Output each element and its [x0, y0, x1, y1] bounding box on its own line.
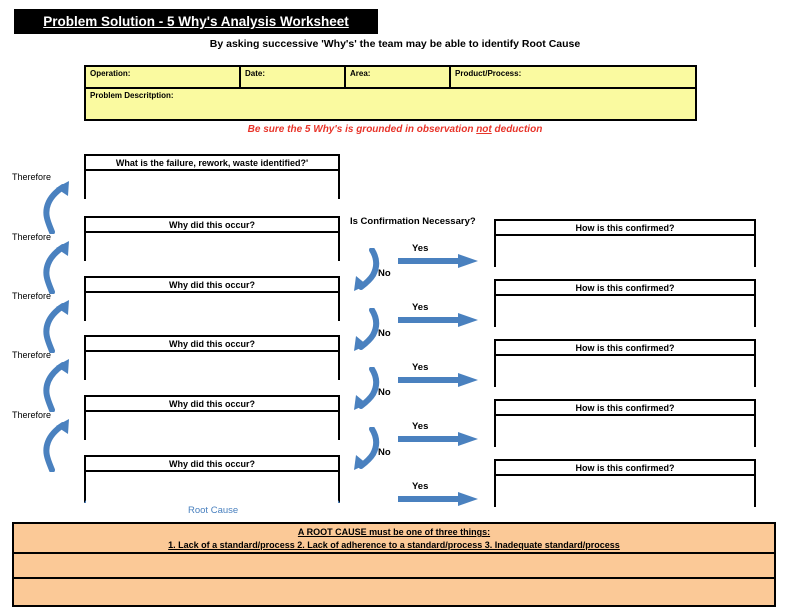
confirm-box-input-3[interactable] [496, 356, 754, 400]
confirm-box-input-4[interactable] [496, 416, 754, 460]
worksheet-canvas: Problem Solution - 5 Why's Analysis Work… [0, 0, 790, 610]
why-box-4[interactable]: Why did this occur? [84, 395, 340, 453]
confirm-box-3[interactable]: How is this confirmed? [494, 339, 756, 400]
therefore-arrow-icon-5 [43, 419, 69, 472]
yes-arrow-icon-2 [398, 313, 478, 327]
therefore-arrow-icon-3 [43, 300, 69, 353]
warning-suffix: deduction [491, 124, 543, 135]
root-cause-entry-row-2[interactable] [14, 579, 774, 605]
warning-prefix: Be sure the 5 Why's is grounded in obser… [247, 124, 477, 135]
area-field[interactable]: Area: [346, 67, 451, 87]
page-subtitle: By asking successive 'Why's' the team ma… [209, 38, 581, 50]
why-box-input-4[interactable] [86, 412, 338, 453]
confirm-box-header-3: How is this confirmed? [496, 341, 754, 356]
failure-box[interactable]: What is the failure, rework, waste ident… [84, 154, 340, 212]
yes-arrow-icon-4 [398, 432, 478, 446]
therefore-arrow-icon-2 [43, 241, 69, 294]
confirmation-column-header: Is Confirmation Necessary? [350, 216, 476, 227]
no-label-2: No [378, 328, 391, 339]
why-box-header-5: Why did this occur? [86, 457, 338, 472]
confirm-box-5[interactable]: How is this confirmed? [494, 459, 756, 520]
why-box-header-3: Why did this occur? [86, 337, 338, 352]
why-box-input-2[interactable] [86, 293, 338, 334]
yes-arrow-icon-1 [398, 254, 478, 268]
yes-arrow-icon-5 [398, 492, 478, 506]
no-label-1: No [378, 268, 391, 279]
root-cause-definition-line-2: 1. Lack of a standard/process 2. Lack of… [168, 540, 620, 550]
confirm-box-2[interactable]: How is this confirmed? [494, 279, 756, 340]
root-cause-entry-row-1[interactable] [14, 554, 774, 579]
yes-label-5: Yes [412, 481, 429, 492]
why-box-header-4: Why did this occur? [86, 397, 338, 412]
root-cause-definition-table: A ROOT CAUSE must be one of three things… [12, 522, 776, 607]
operation-field[interactable]: Operation: [86, 67, 241, 87]
failure-box-header: What is the failure, rework, waste ident… [86, 156, 338, 171]
confirm-box-header-5: How is this confirmed? [496, 461, 754, 476]
problem-description-field[interactable]: Problem Descritption: [86, 89, 695, 119]
therefore-arrow-icon-4 [43, 359, 69, 412]
no-label-3: No [378, 387, 391, 398]
no-label-4: No [378, 447, 391, 458]
therefore-arrow-icon-1 [43, 181, 69, 234]
yes-label-3: Yes [412, 362, 429, 373]
observation-warning: Be sure the 5 Why's is grounded in obser… [0, 124, 790, 135]
why-box-input-1[interactable] [86, 233, 338, 274]
confirm-box-header-4: How is this confirmed? [496, 401, 754, 416]
confirm-box-header-2: How is this confirmed? [496, 281, 754, 296]
why-box-input-3[interactable] [86, 352, 338, 393]
page-title-bar: Problem Solution - 5 Why's Analysis Work… [14, 9, 378, 34]
why-box-1[interactable]: Why did this occur? [84, 216, 340, 274]
yes-label-2: Yes [412, 302, 429, 313]
why-box-2[interactable]: Why did this occur? [84, 276, 340, 334]
confirm-box-input-1[interactable] [496, 236, 754, 280]
why-box-5[interactable]: Why did this occur? [84, 455, 340, 515]
confirm-box-input-2[interactable] [496, 296, 754, 340]
yes-label-4: Yes [412, 421, 429, 432]
why-box-3[interactable]: Why did this occur? [84, 335, 340, 393]
yes-label-1: Yes [412, 243, 429, 254]
confirm-box-input-5[interactable] [496, 476, 754, 520]
yes-arrow-icon-3 [398, 373, 478, 387]
confirm-box-4[interactable]: How is this confirmed? [494, 399, 756, 460]
date-field[interactable]: Date: [241, 67, 346, 87]
product-process-field[interactable]: Product/Process: [451, 67, 695, 87]
root-cause-definition-line-1: A ROOT CAUSE must be one of three things… [297, 527, 491, 537]
root-cause-definition-row: A ROOT CAUSE must be one of three things… [14, 524, 774, 554]
page-title: Problem Solution - 5 Why's Analysis Work… [43, 14, 349, 29]
why-box-header-2: Why did this occur? [86, 278, 338, 293]
info-table: Operation: Date: Area: Product/Process: … [84, 65, 697, 121]
info-table-row-2: Problem Descritption: [86, 89, 695, 119]
confirm-box-header-1: How is this confirmed? [496, 221, 754, 236]
info-table-row-1: Operation: Date: Area: Product/Process: [86, 67, 695, 89]
warning-emphasis: not [476, 124, 492, 135]
why-box-header-1: Why did this occur? [86, 218, 338, 233]
failure-box-input[interactable] [86, 171, 338, 212]
confirm-box-1[interactable]: How is this confirmed? [494, 219, 756, 280]
root-cause-label: Root Cause [188, 505, 239, 516]
